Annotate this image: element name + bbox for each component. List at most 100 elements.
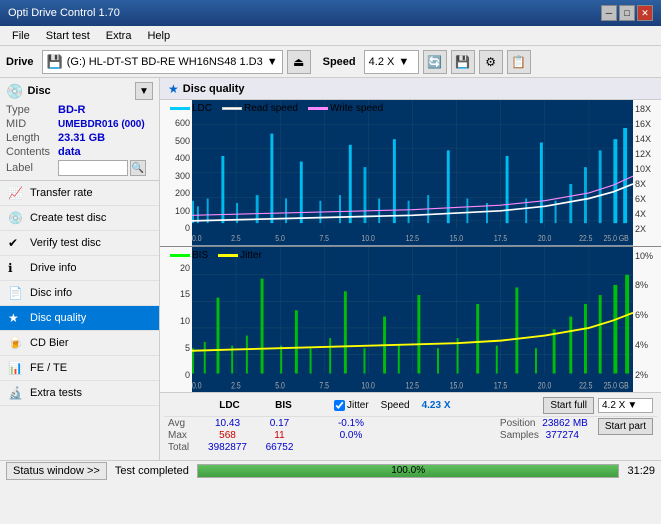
quality-title: Disc quality (183, 83, 245, 95)
speed-value: 4.2 X (369, 56, 395, 68)
settings-button[interactable]: ⚙ (479, 50, 503, 74)
title-bar: Opti Drive Control 1.70 ─ □ ✕ (0, 0, 661, 26)
sidebar-item-drive-info[interactable]: ℹ Drive info (0, 256, 159, 281)
y2-0: 0 (160, 370, 190, 380)
length-label: Length (6, 132, 58, 144)
drive-icon: 💾 (47, 54, 63, 70)
chart1-legend: LDC Read speed Write speed (170, 103, 383, 114)
svg-text:12.5: 12.5 (406, 234, 419, 244)
max-label: Max (168, 430, 198, 441)
y1-200: 200 (160, 188, 190, 198)
create-test-icon: 💿 (8, 211, 24, 225)
chart1-y-axis-right: 18X 16X 14X 12X 10X 8X 6X 4X 2X (633, 100, 661, 246)
read-speed-label: Read speed (244, 103, 298, 114)
quality-header: ★ Disc quality (160, 78, 661, 100)
mid-label: MID (6, 118, 58, 130)
y2-20: 20 (160, 263, 190, 273)
read-speed-color (222, 107, 242, 110)
disc-panel: 💿 Disc ▼ Type BD-R MID UMEBDR016 (000) L… (0, 78, 159, 181)
jitter-legend: Jitter (218, 250, 262, 261)
menu-help[interactable]: Help (139, 29, 178, 43)
menu-start-test[interactable]: Start test (38, 29, 98, 43)
verify-test-label: Verify test disc (30, 237, 101, 249)
bis-label: BIS (192, 250, 208, 261)
sidebar-item-fe-te[interactable]: 📊 FE / TE (0, 356, 159, 381)
yr1-8x: 8X (635, 179, 661, 189)
create-test-label: Create test disc (30, 212, 106, 224)
close-button[interactable]: ✕ (637, 5, 653, 21)
ldc-avg: 10.43 (200, 418, 255, 429)
status-window-button[interactable]: Status window >> (6, 462, 107, 480)
label-row: Label 🔍 (6, 160, 153, 176)
refresh-button[interactable]: 🔄 (423, 50, 447, 74)
eject-button[interactable]: ⏏ (287, 50, 311, 74)
jitter-check-container: Jitter (334, 400, 369, 411)
disc-length-row: Length 23.31 GB (6, 132, 153, 144)
disc-panel-title: Disc (27, 85, 50, 97)
progress-bar: 100.0% (197, 464, 620, 478)
y1-100: 100 (160, 206, 190, 216)
save-button[interactable]: 💾 (451, 50, 475, 74)
write-speed-color (308, 107, 328, 110)
label-search-button[interactable]: 🔍 (130, 160, 146, 176)
y1-500: 500 (160, 136, 190, 146)
disc-quality-label: Disc quality (30, 312, 86, 324)
menu-extra[interactable]: Extra (98, 29, 140, 43)
chart2-y-axis-left: 20 15 10 5 0 (160, 247, 192, 393)
ldc-stats: 10.43 568 3982877 (200, 418, 255, 453)
label-label: Label (6, 162, 58, 174)
yr1-18x: 18X (635, 104, 661, 114)
chart2-area: 0.0 2.5 5.0 7.5 10.0 12.5 15.0 17.5 20.0… (192, 247, 633, 393)
menu-bar: File Start test Extra Help (0, 26, 661, 46)
jitter-checkbox[interactable] (334, 400, 345, 411)
sidebar-item-transfer-rate[interactable]: 📈 Transfer rate (0, 181, 159, 206)
ldc-total: 3982877 (200, 442, 255, 453)
speed-select[interactable]: 4.2 X ▼ (364, 50, 419, 74)
content-area: ★ Disc quality LDC Read speed (160, 78, 661, 460)
read-speed-legend: Read speed (222, 103, 298, 114)
jitter-max: 0.0% (326, 430, 376, 441)
label-input[interactable] (58, 160, 128, 176)
drive-info-icon: ℹ (8, 261, 24, 275)
position-samples: Position 23862 MB Samples 377274 (500, 418, 588, 441)
drive-select[interactable]: 💾 (G:) HL-DT-ST BD-RE WH16NS48 1.D3 ▼ (42, 50, 283, 74)
bis-total: 66752 (257, 442, 302, 453)
start-part-button[interactable]: Start part (598, 418, 653, 435)
svg-text:7.5: 7.5 (319, 234, 329, 244)
y2-5: 5 (160, 343, 190, 353)
sidebar-item-extra-tests[interactable]: 🔬 Extra tests (0, 381, 159, 406)
speed-dropdown[interactable]: 4.2 X ▼ (598, 398, 653, 413)
length-value: 23.31 GB (58, 132, 105, 144)
svg-text:0.0: 0.0 (192, 380, 202, 390)
yr2-10pct: 10% (635, 251, 661, 261)
sidebar-item-verify-test[interactable]: ✔ Verify test disc (0, 231, 159, 256)
ldc-legend: LDC (170, 103, 212, 114)
info-button[interactable]: 📋 (507, 50, 531, 74)
disc-header: 💿 Disc ▼ (6, 82, 153, 100)
maximize-button[interactable]: □ (619, 5, 635, 21)
sidebar-item-disc-info[interactable]: 📄 Disc info (0, 281, 159, 306)
contents-value: data (58, 146, 81, 158)
minimize-button[interactable]: ─ (601, 5, 617, 21)
yr1-12x: 12X (635, 149, 661, 159)
y2-10: 10 (160, 316, 190, 326)
charts-area: LDC Read speed Write speed 600 (160, 100, 661, 460)
svg-text:15.0: 15.0 (450, 234, 463, 244)
avg-label: Avg (168, 418, 198, 429)
yr1-2x: 2X (635, 224, 661, 234)
extra-tests-icon: 🔬 (8, 386, 24, 400)
svg-text:17.5: 17.5 (494, 380, 508, 390)
svg-text:2.5: 2.5 (231, 380, 241, 390)
sidebar-item-cd-bier[interactable]: 🍺 CD Bier (0, 331, 159, 356)
sidebar-item-disc-quality[interactable]: ★ Disc quality (0, 306, 159, 331)
app-title: Opti Drive Control 1.70 (8, 7, 120, 19)
menu-file[interactable]: File (4, 29, 38, 43)
svg-text:5.0: 5.0 (275, 234, 285, 244)
y1-300: 300 (160, 171, 190, 181)
main-content: 💿 Disc ▼ Type BD-R MID UMEBDR016 (000) L… (0, 78, 661, 460)
disc-options-button[interactable]: ▼ (135, 82, 153, 100)
sidebar-item-create-test[interactable]: 💿 Create test disc (0, 206, 159, 231)
drive-info-label: Drive info (30, 262, 76, 274)
start-full-button[interactable]: Start full (543, 397, 594, 414)
disc-info-icon: 📄 (8, 286, 24, 300)
